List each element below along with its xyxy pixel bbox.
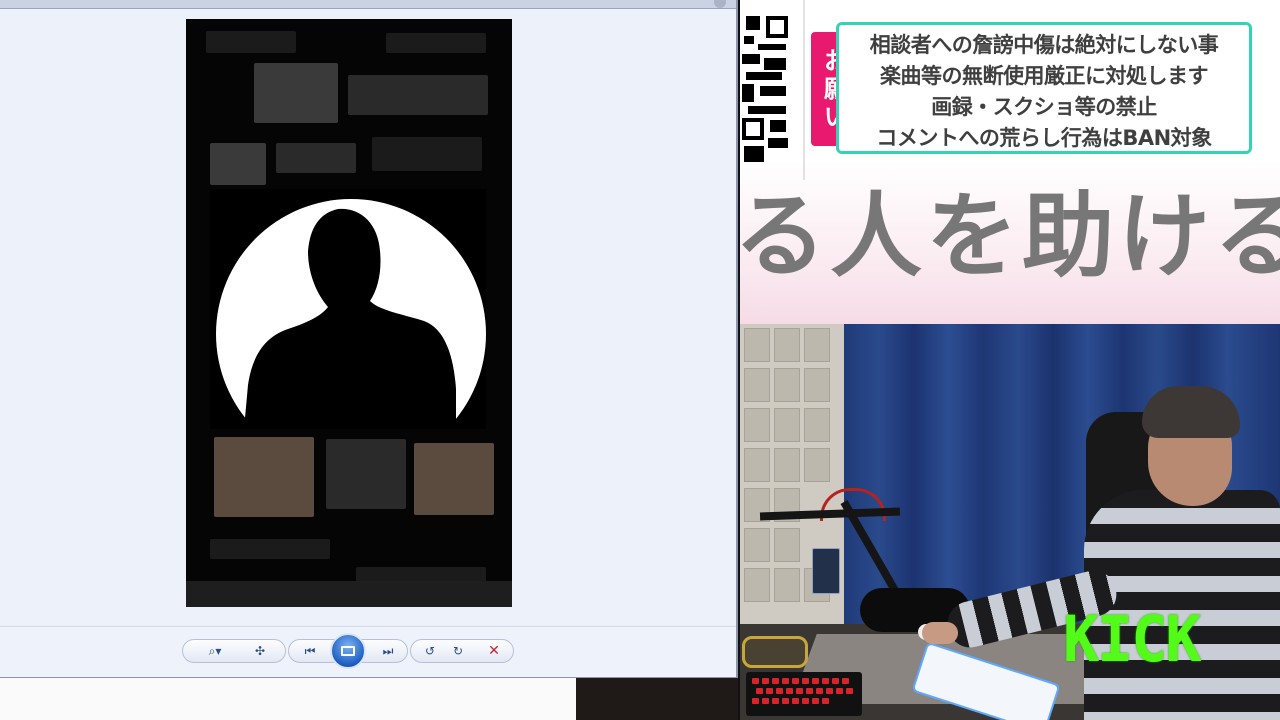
kick-logo: KICK bbox=[1063, 603, 1201, 677]
blurred-block bbox=[210, 143, 266, 185]
blurred-block bbox=[386, 33, 486, 53]
zoom-button[interactable]: ⌕▾ bbox=[195, 640, 235, 662]
rules-banner: お 願 い 相談者への詹謗中傷は絶対にしない事 楽曲等の無断使用厳正に対処します… bbox=[740, 0, 1280, 324]
image-footer bbox=[186, 581, 512, 607]
blurred-block bbox=[414, 443, 494, 515]
blurred-block bbox=[372, 137, 482, 171]
image-canvas bbox=[0, 9, 736, 625]
window-close-icon[interactable] bbox=[714, 0, 726, 8]
viewer-toolbar: ⌕▾ ✣ ⏮ ⏭ ↺ ↻ ✕ bbox=[0, 626, 736, 677]
edit-tool-group: ↺ ↻ ✕ bbox=[410, 639, 514, 663]
rule-line: 相談者への詹謗中傷は絶対にしない事 bbox=[869, 33, 1219, 57]
background-dark-region bbox=[576, 678, 738, 720]
slideshow-button[interactable] bbox=[330, 633, 366, 669]
rule-line: コメントへの荒らし行為はBAN対象 bbox=[876, 126, 1212, 150]
rotate-ccw-button[interactable]: ↺ bbox=[417, 640, 443, 662]
background-strip bbox=[0, 678, 738, 720]
streamer-hair bbox=[1142, 386, 1240, 438]
previous-button[interactable]: ⏮ bbox=[295, 640, 325, 662]
blurred-block bbox=[254, 63, 338, 123]
zoom-tool-group: ⌕▾ ✣ bbox=[182, 639, 286, 663]
displayed-image bbox=[186, 19, 512, 607]
window-titlebar[interactable]: · — ····· · — ·· ··· ····· bbox=[0, 0, 736, 9]
window-title: · — ····· · — ·· ··· ····· bbox=[4, 0, 126, 5]
qr-code bbox=[740, 14, 790, 166]
rule-line: 楽曲等の無断使用厳正に対処します bbox=[880, 64, 1209, 88]
streamer-hand bbox=[922, 622, 958, 644]
blurred-block bbox=[276, 143, 356, 173]
glasses bbox=[742, 636, 808, 668]
rules-box: 相談者への詹謗中傷は絶対にしない事 楽曲等の無断使用厳正に対処します 画録・スク… bbox=[836, 22, 1252, 154]
blurred-block bbox=[206, 31, 296, 53]
divider bbox=[803, 0, 805, 180]
blurred-block bbox=[348, 75, 488, 115]
keyboard bbox=[746, 672, 862, 716]
blurred-block bbox=[214, 437, 314, 517]
acoustic-foam bbox=[740, 324, 850, 654]
blurred-block bbox=[326, 439, 406, 509]
banner-big-text: る人を助ける bbox=[740, 183, 1280, 290]
avatar-placeholder bbox=[210, 189, 486, 429]
delete-button[interactable]: ✕ bbox=[481, 640, 507, 662]
next-button[interactable]: ⏭ bbox=[373, 640, 403, 662]
hanging-badge bbox=[812, 548, 840, 594]
rotate-cw-button[interactable]: ↻ bbox=[445, 640, 471, 662]
blurred-block bbox=[210, 539, 330, 559]
photo-viewer-window: · — ····· · — ·· ··· ····· bbox=[0, 0, 738, 678]
person-silhouette-icon bbox=[244, 208, 456, 429]
rule-line: 画録・スクショ等の禁止 bbox=[931, 95, 1157, 119]
fit-window-button[interactable]: ✣ bbox=[245, 640, 275, 662]
slideshow-icon bbox=[341, 646, 355, 656]
